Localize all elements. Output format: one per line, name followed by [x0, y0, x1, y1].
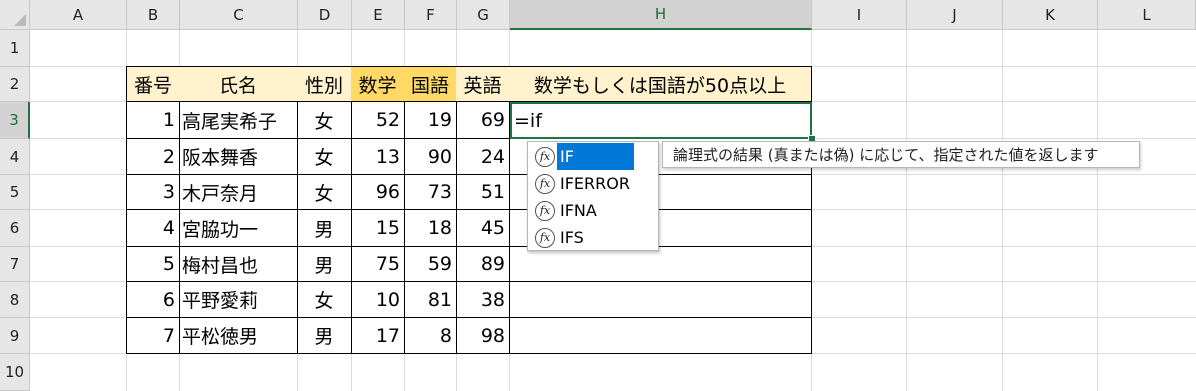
autocomplete-item-label: IFS [560, 228, 584, 247]
cell-japanese[interactable]: 81 [404, 282, 457, 318]
cell-japanese[interactable]: 18 [404, 210, 457, 247]
cell-japanese[interactable]: 90 [404, 139, 457, 175]
function-icon: fx [535, 227, 555, 248]
cell-math[interactable]: 75 [351, 247, 405, 282]
gridline-vertical [906, 30, 907, 391]
cell-number[interactable]: 6 [126, 282, 180, 318]
cell-japanese[interactable]: 73 [404, 175, 457, 210]
select-all-corner[interactable] [0, 0, 30, 30]
function-icon: fx [535, 200, 555, 221]
cell-math[interactable]: 96 [351, 175, 405, 210]
autocomplete-item-ifs[interactable]: fx IFS [529, 224, 658, 251]
cell-english[interactable]: 45 [456, 210, 510, 247]
cell-math[interactable]: 10 [351, 282, 405, 318]
row-header-3[interactable]: 3 [0, 102, 30, 139]
column-header-k[interactable]: K [1003, 0, 1098, 30]
column-header-a[interactable]: A [30, 0, 127, 30]
column-header-f[interactable]: F [405, 0, 457, 30]
autocomplete-item-label: IFERROR [560, 174, 630, 193]
cell-japanese[interactable]: 59 [404, 247, 457, 282]
column-header-e[interactable]: E [352, 0, 405, 30]
cell-math[interactable]: 15 [351, 210, 405, 247]
header-name[interactable]: 氏名 [179, 66, 298, 102]
autocomplete-item-label: IF [557, 143, 634, 170]
column-header-g[interactable]: G [457, 0, 510, 30]
row-header-5[interactable]: 5 [0, 175, 30, 210]
cell-input-text[interactable]: =if [514, 110, 542, 132]
cell-gender[interactable]: 女 [297, 175, 352, 210]
cell-math[interactable]: 13 [351, 139, 405, 175]
column-header-i[interactable]: I [812, 0, 907, 30]
cell-english[interactable]: 51 [456, 175, 510, 210]
cell-name[interactable]: 梅村昌也 [179, 247, 298, 282]
row-header-7[interactable]: 7 [0, 247, 30, 282]
cell-number[interactable]: 5 [126, 247, 180, 282]
cell-japanese[interactable]: 19 [404, 102, 457, 139]
cell-english[interactable]: 24 [456, 139, 510, 175]
column-header-c[interactable]: C [180, 0, 298, 30]
cell-number[interactable]: 4 [126, 210, 180, 247]
cell-condition-result[interactable] [509, 318, 812, 354]
header-gender[interactable]: 性別 [297, 66, 352, 102]
cell-english[interactable]: 38 [456, 282, 510, 318]
gridline-vertical [1002, 30, 1003, 391]
row-header-2[interactable]: 2 [0, 67, 30, 102]
cell-english[interactable]: 89 [456, 247, 510, 282]
column-header-b[interactable]: B [127, 0, 180, 30]
autocomplete-item-iferror[interactable]: fx IFERROR [529, 170, 658, 197]
cell-gender[interactable]: 女 [297, 139, 352, 175]
cell-name[interactable]: 宮脇功一 [179, 210, 298, 247]
header-japanese[interactable]: 国語 [404, 66, 457, 102]
row-header-4[interactable]: 4 [0, 139, 30, 175]
gridline-vertical [1097, 30, 1098, 391]
cell-gender[interactable]: 女 [297, 102, 352, 139]
function-icon: fx [535, 173, 555, 194]
header-math[interactable]: 数学 [351, 66, 405, 102]
cell-number[interactable]: 7 [126, 318, 180, 354]
cell-name[interactable]: 木戸奈月 [179, 175, 298, 210]
autocomplete-item-if[interactable]: fx IF [529, 143, 658, 170]
cell-math[interactable]: 17 [351, 318, 405, 354]
column-header-h[interactable]: H [510, 0, 812, 30]
header-number[interactable]: 番号 [126, 66, 180, 102]
function-icon: fx [535, 146, 555, 167]
cell-english[interactable]: 69 [456, 102, 510, 139]
cell-number[interactable]: 2 [126, 139, 180, 175]
cell-name[interactable]: 平野愛莉 [179, 282, 298, 318]
cell-gender[interactable]: 女 [297, 282, 352, 318]
cell-name[interactable]: 高尾実希子 [179, 102, 298, 139]
header-english[interactable]: 英語 [456, 66, 510, 102]
row-header-10[interactable]: 10 [0, 354, 30, 391]
function-tooltip: 論理式の結果 (真または偽) に応じて、指定された値を返します [662, 141, 1140, 168]
column-header-l[interactable]: L [1098, 0, 1196, 30]
cell-gender[interactable]: 男 [297, 247, 352, 282]
autocomplete-item-ifna[interactable]: fx IFNA [529, 197, 658, 224]
cell-japanese[interactable]: 8 [404, 318, 457, 354]
cell-math[interactable]: 52 [351, 102, 405, 139]
cell-number[interactable]: 3 [126, 175, 180, 210]
function-autocomplete-list[interactable]: fx IF fx IFERROR fx IFNA fx IFS [527, 141, 659, 251]
cell-number[interactable]: 1 [126, 102, 180, 139]
cell-gender[interactable]: 男 [297, 318, 352, 354]
function-tooltip-text: 論理式の結果 (真または偽) に応じて、指定された値を返します [673, 146, 1099, 164]
cell-english[interactable]: 98 [456, 318, 510, 354]
row-header-8[interactable]: 8 [0, 282, 30, 318]
active-cell-editor[interactable]: =if [510, 102, 812, 139]
row-header-9[interactable]: 9 [0, 318, 30, 354]
cell-name[interactable]: 阪本舞香 [179, 139, 298, 175]
column-header-d[interactable]: D [298, 0, 352, 30]
cell-condition-result[interactable] [509, 282, 812, 318]
row-header-6[interactable]: 6 [0, 210, 30, 247]
column-header-j[interactable]: J [907, 0, 1003, 30]
autocomplete-item-label: IFNA [560, 201, 597, 220]
cell-name[interactable]: 平松徳男 [179, 318, 298, 354]
cell-condition-result[interactable] [509, 247, 812, 282]
cell-gender[interactable]: 男 [297, 210, 352, 247]
row-header-1[interactable]: 1 [0, 30, 30, 67]
header-condition[interactable]: 数学もしくは国語が50点以上 [509, 66, 812, 102]
